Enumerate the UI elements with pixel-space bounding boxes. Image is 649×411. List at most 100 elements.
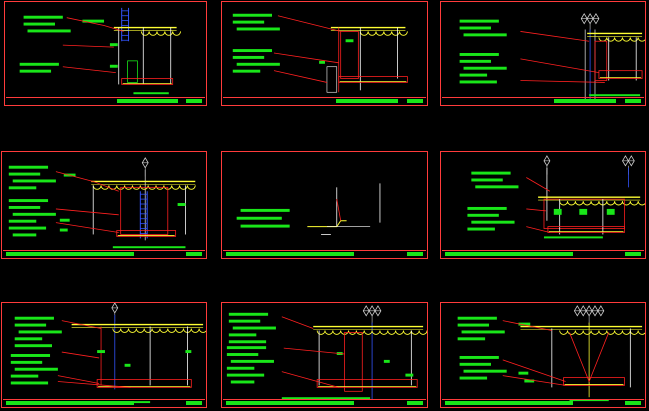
- elevation-tag: [109, 64, 118, 68]
- canopy-scallop: [359, 31, 408, 36]
- spec-callout-block: [457, 323, 490, 327]
- leader-line: [273, 52, 339, 64]
- drawing-sheet: [440, 1, 646, 106]
- canopy-scallop: [559, 330, 645, 335]
- leader-line: [520, 31, 590, 42]
- sheet-number-tag: [625, 401, 641, 405]
- spec-callout-block: [228, 312, 269, 316]
- spec-callout-block: [8, 226, 47, 230]
- spec-callout-block: [226, 353, 259, 356]
- spec-callout-block: [467, 206, 507, 210]
- section-drawing: [10, 303, 206, 404]
- spec-callout-block: [232, 20, 265, 24]
- title-block-line: [442, 399, 644, 400]
- spec-callout-block: [228, 333, 257, 337]
- leader-line: [520, 58, 599, 74]
- elevation-tag: [177, 203, 186, 206]
- canopy-scallop: [140, 31, 181, 36]
- spec-callout-block: [226, 373, 265, 377]
- spec-callout-block: [463, 66, 507, 70]
- title-block-bar: [6, 401, 134, 405]
- spec-callout-block: [459, 355, 499, 359]
- spec-callout-block: [12, 212, 56, 216]
- title-block-line: [442, 250, 644, 251]
- section-drawing: [467, 155, 645, 239]
- ladder-icon: [121, 7, 130, 42]
- spec-callout-block: [19, 62, 59, 66]
- spec-callout-block: [461, 330, 505, 334]
- spec-callout-block: [467, 213, 499, 217]
- edge-brace: [336, 199, 342, 221]
- spec-callout-block: [8, 205, 41, 209]
- column-outline: [127, 60, 138, 83]
- leader-line: [526, 208, 546, 212]
- elevation-tag: [185, 350, 192, 354]
- elevation-tag: [579, 208, 588, 215]
- leader-line: [526, 226, 550, 233]
- sheet-number-tag: [186, 401, 202, 405]
- leader-line: [283, 347, 345, 355]
- spec-callout-block: [14, 337, 43, 341]
- title-block-bar: [445, 252, 573, 256]
- leader-line: [273, 70, 328, 83]
- note-block: [112, 246, 186, 249]
- drawing-sheet: [4, 1, 207, 106]
- spec-callout-block: [23, 22, 55, 26]
- spec-callout-block: [228, 340, 267, 344]
- spec-callout-block: [236, 216, 282, 220]
- section-drawing: [459, 13, 645, 101]
- elevation-tag: [383, 359, 390, 363]
- spec-callout-block: [8, 172, 41, 176]
- drawing-sheet: [440, 151, 646, 259]
- leader-line: [502, 359, 566, 382]
- spec-callout-block: [459, 19, 499, 23]
- spec-callout-block: [23, 15, 63, 19]
- edge-profile: [307, 220, 347, 228]
- elevation-tag: [345, 39, 354, 43]
- ladder-icon: [139, 191, 148, 239]
- title-block-bar: [554, 99, 616, 103]
- light-fixture-icon: [573, 305, 605, 325]
- spec-callout-block: [8, 186, 37, 190]
- elevation-tag: [59, 228, 68, 232]
- spec-callout-block: [475, 185, 519, 189]
- spec-callout-block: [459, 73, 488, 77]
- leader-line: [281, 316, 314, 329]
- elevation-tag: [319, 60, 325, 64]
- spec-callout-block: [232, 55, 265, 59]
- spec-callout-block: [471, 178, 503, 182]
- spec-callout-block: [236, 27, 280, 31]
- elevation-tag: [97, 350, 105, 354]
- elevation-tag: [553, 208, 562, 215]
- leader-line: [62, 66, 116, 74]
- spec-callout-block: [463, 369, 507, 373]
- foundation-outline: [340, 31, 359, 79]
- spec-callout-block: [459, 362, 491, 366]
- leader-line: [520, 80, 605, 83]
- spec-callout-block: [232, 49, 273, 53]
- sheet-number-tag: [186, 99, 202, 103]
- leader-line: [61, 351, 100, 359]
- leader-line: [277, 15, 341, 32]
- spec-callout-block: [230, 359, 274, 363]
- sheet-number-tag: [407, 99, 423, 103]
- spec-callout-block: [463, 33, 507, 37]
- elevation-tag: [109, 43, 118, 47]
- spec-callout-block: [12, 233, 37, 237]
- light-fixture-icon: [362, 305, 382, 325]
- spec-callout-block: [27, 29, 71, 33]
- drawing-sheet: [1, 151, 207, 259]
- pile-outline: [326, 66, 338, 93]
- spec-callout-block: [14, 367, 58, 371]
- note-block: [543, 236, 603, 239]
- sheet-number-tag: [625, 99, 641, 103]
- spec-callout-block: [459, 53, 499, 56]
- title-block-line: [223, 97, 426, 98]
- elevation-tag: [405, 373, 414, 377]
- leader-line: [55, 208, 119, 216]
- spec-callout-block: [232, 69, 261, 73]
- spec-callout-block: [459, 59, 492, 63]
- sheet-number-tag: [625, 252, 641, 256]
- title-block-bar: [226, 401, 354, 405]
- spec-callout-block: [10, 360, 43, 364]
